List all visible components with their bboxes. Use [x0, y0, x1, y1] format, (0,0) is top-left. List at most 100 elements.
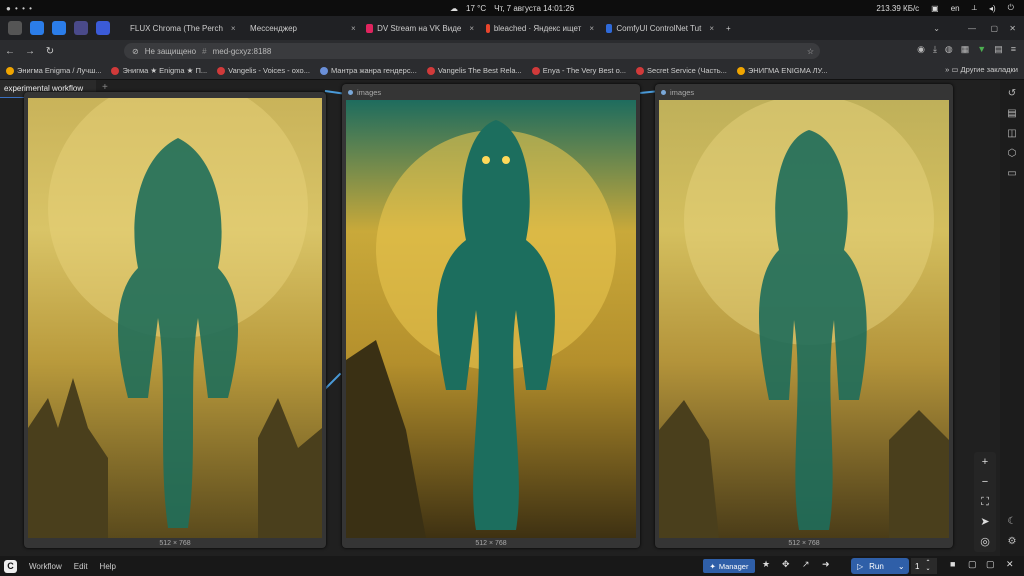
- node-library-icon[interactable]: ◫: [1006, 128, 1018, 140]
- back-icon[interactable]: ←: [0, 46, 20, 57]
- queue-count-stepper[interactable]: 1 ⌃ ⌄: [911, 558, 937, 574]
- tab-overview-icon[interactable]: [8, 21, 22, 35]
- pinned-tab-vk-icon[interactable]: [30, 21, 44, 35]
- bookmark-item[interactable]: Мантра жанра гендерс...: [319, 66, 417, 75]
- camera-icon[interactable]: ▣: [931, 4, 939, 13]
- power-icon[interactable]: ⏻: [1008, 3, 1014, 13]
- menu-help[interactable]: Help: [100, 562, 116, 571]
- close-icon[interactable]: ×: [589, 24, 594, 33]
- datetime[interactable]: Чт, 7 августа 14:01:26: [494, 4, 574, 13]
- close-window-icon[interactable]: ✕: [1009, 24, 1016, 33]
- history-icon[interactable]: ↺: [1006, 88, 1018, 100]
- bookmark-item[interactable]: Энигма Enigma / Лучш...: [6, 66, 101, 75]
- manager-button[interactable]: ✦ Manager: [703, 559, 755, 573]
- bookmark-item[interactable]: Enya - The Very Best o...: [531, 66, 626, 75]
- menu-icon[interactable]: ≡: [1011, 44, 1016, 55]
- close-icon[interactable]: ×: [231, 24, 236, 33]
- network-icon[interactable]: ⟂: [972, 3, 977, 13]
- chevron-down-icon[interactable]: ⌄: [898, 562, 905, 571]
- extensions-icon[interactable]: ▦: [961, 44, 970, 55]
- generated-image-2[interactable]: [346, 100, 636, 538]
- comfy-logo-icon[interactable]: C: [4, 559, 17, 573]
- bookmark-item[interactable]: Vangelis - Voices - охо...: [217, 66, 310, 75]
- fit-view-icon[interactable]: ⛶: [974, 492, 996, 512]
- settings-icon[interactable]: ⚙: [1006, 536, 1018, 548]
- bookmark-item[interactable]: Secret Service (Часть...: [636, 66, 727, 75]
- net-speed: 213.39 КБ/с: [876, 3, 920, 13]
- tab-list-chevron-icon[interactable]: ⌄: [933, 24, 940, 33]
- panel-icon[interactable]: ▢: [968, 559, 977, 570]
- volume-icon[interactable]: ◂): [989, 4, 996, 13]
- image-size-label: 512 × 768: [159, 540, 191, 547]
- zoom-in-icon[interactable]: +: [974, 452, 996, 472]
- close-icon[interactable]: ×: [709, 24, 714, 33]
- forward-icon[interactable]: →: [20, 46, 40, 57]
- bookmarks-bar: Энигма Enigma / Лучш... Энигма ★ Enigma …: [0, 62, 1024, 80]
- minimize-icon[interactable]: —: [968, 24, 976, 33]
- link-visibility-icon[interactable]: ◎: [974, 532, 996, 552]
- workflows-icon[interactable]: ▭: [1006, 168, 1018, 180]
- puzzle-icon: ✦: [709, 561, 716, 571]
- url-text: med-gcxyz:8188: [212, 46, 272, 56]
- share-icon[interactable]: ↗: [802, 559, 810, 570]
- tab-comfyui[interactable]: ComfyUI ControlNet Tut ×: [600, 16, 720, 40]
- pinned-tab-active-icon[interactable]: [96, 21, 110, 35]
- right-sidebar: ↺ ▤ ◫ ⬡ ▭ ☾ ⚙: [1000, 80, 1024, 556]
- favorite-icon[interactable]: ★: [762, 559, 770, 570]
- adblock-icon[interactable]: ▼: [977, 44, 986, 55]
- download-icon[interactable]: ⤓: [933, 44, 937, 55]
- tab-flux[interactable]: FLUX Chroma (The Perch ×: [120, 16, 240, 40]
- collections-icon[interactable]: ▤: [994, 44, 1003, 55]
- image-size-label: 512 × 768: [788, 540, 820, 547]
- node-title[interactable]: images: [655, 84, 953, 100]
- bookmark-star-icon[interactable]: ☆: [807, 47, 814, 56]
- tab-vk-video[interactable]: DV Stream на VK Виде ×: [360, 16, 480, 40]
- tab-messenger[interactable]: Мессенджер ×: [240, 16, 360, 40]
- shield-icon[interactable]: ◉: [917, 44, 925, 55]
- play-icon: ▷: [857, 561, 864, 571]
- clear-queue-icon[interactable]: ▢: [986, 559, 995, 570]
- close-icon[interactable]: ×: [469, 24, 474, 33]
- temperature: 17 °C: [466, 3, 487, 13]
- bookmark-icon: [426, 66, 435, 75]
- bookmark-item[interactable]: Энигма ★ Enigma ★ П...: [111, 66, 207, 75]
- maximize-icon[interactable]: ▢: [990, 24, 998, 33]
- run-button[interactable]: ▷ Run ⌄: [851, 558, 909, 574]
- bookmark-item[interactable]: ЭНИГМА ENIGMA ЛУ...: [736, 66, 828, 75]
- generated-image-1[interactable]: [28, 98, 322, 538]
- weather-icon: ☁: [450, 3, 458, 13]
- preview-node-2[interactable]: images 512 × 768: [342, 84, 640, 548]
- theme-toggle-icon[interactable]: ☾: [1006, 516, 1018, 528]
- preview-node-1[interactable]: 512 × 768: [24, 92, 326, 548]
- menu-workflow[interactable]: Workflow: [29, 562, 62, 571]
- node-title[interactable]: images: [342, 84, 640, 100]
- comfyui-canvas[interactable]: experimental workflow + 512 × 768 images: [0, 80, 1024, 556]
- menu-edit[interactable]: Edit: [74, 562, 88, 571]
- close-panel-icon[interactable]: ✕: [1006, 559, 1014, 570]
- puzzle-extension-icon[interactable]: ✥: [782, 559, 790, 570]
- close-icon[interactable]: ×: [351, 24, 356, 33]
- tab-yandex[interactable]: bleached · Яндекс ищет ×: [480, 16, 600, 40]
- tab-favicon: [606, 23, 613, 33]
- stepper-arrows-icon[interactable]: ⌃ ⌄: [925, 560, 930, 572]
- forward-arrow-icon[interactable]: ➜: [822, 559, 830, 570]
- preview-node-3[interactable]: images 512 × 768: [655, 84, 953, 548]
- pinned-tab-discord-icon[interactable]: [74, 21, 88, 35]
- new-tab-button[interactable]: +: [720, 16, 737, 40]
- workspace-indicator[interactable]: ● • • •: [6, 4, 33, 13]
- reload-icon[interactable]: ↻: [40, 46, 60, 57]
- bookmark-icon: [636, 66, 645, 75]
- address-field[interactable]: ⊘ Не защищено # med-gcxyz:8188 ☆: [124, 43, 820, 59]
- bookmark-item[interactable]: Vangelis The Best Rela...: [426, 66, 522, 75]
- queue-icon[interactable]: ▤: [1006, 108, 1018, 120]
- stop-icon[interactable]: ■: [950, 559, 955, 569]
- lang-indicator[interactable]: en: [951, 4, 960, 13]
- profile-icon[interactable]: ◍: [945, 44, 953, 55]
- zoom-out-icon[interactable]: −: [974, 472, 996, 492]
- site-info-icon[interactable]: ⊘: [132, 47, 139, 56]
- model-library-icon[interactable]: ⬡: [1006, 148, 1018, 160]
- pinned-tab-chat-icon[interactable]: [52, 21, 66, 35]
- generated-image-3[interactable]: [659, 100, 949, 538]
- other-bookmarks[interactable]: » ▭ Другие закладки: [945, 65, 1018, 74]
- select-tool-icon[interactable]: ➤: [974, 512, 996, 532]
